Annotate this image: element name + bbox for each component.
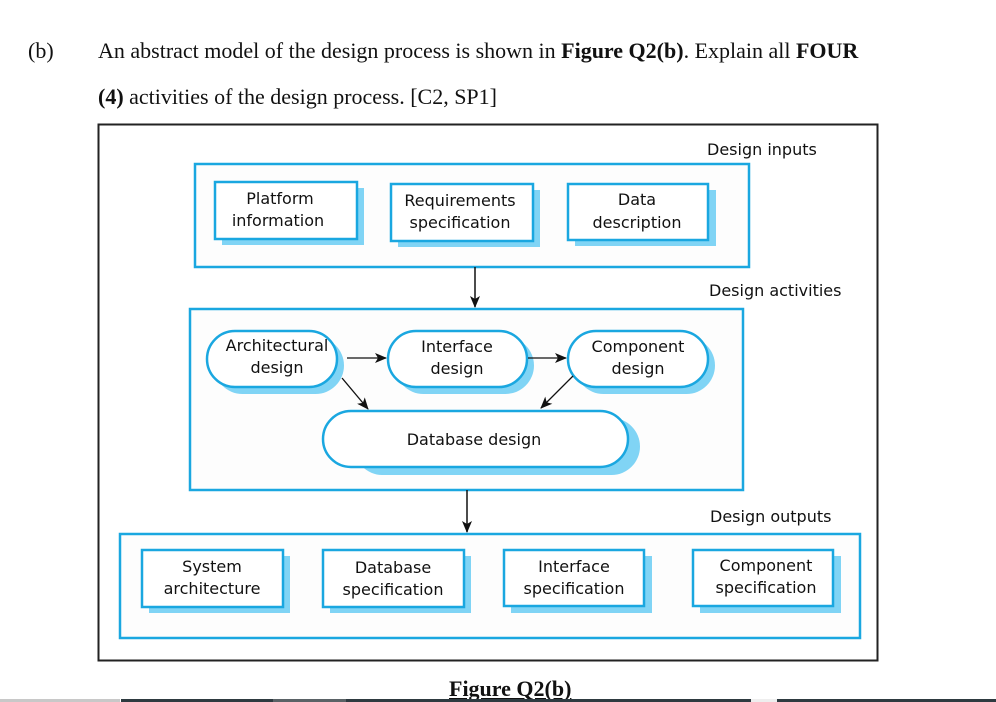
node-label: Interface [538, 557, 610, 576]
design-inputs-title: Design inputs [707, 140, 817, 159]
output-component-specification: Component specification [691, 548, 841, 613]
node-label: Requirements [404, 191, 515, 210]
node-label: Component [720, 556, 813, 575]
input-data-description: Data description [566, 182, 716, 246]
node-label: information [232, 211, 324, 230]
node-label: specification [343, 580, 444, 599]
node-label: Database design [407, 430, 542, 449]
node-label: description [593, 213, 682, 232]
node-label: Platform [246, 189, 313, 208]
node-label: Database [355, 558, 431, 577]
output-system-architecture: System architecture [140, 548, 290, 613]
output-database-specification: Database specification [321, 548, 471, 613]
activity-component-design: Component design [566, 329, 715, 394]
node-label: design [430, 359, 483, 378]
node-label: Interface [421, 337, 493, 356]
node-label: specification [524, 579, 625, 598]
output-interface-specification: Interface specification [502, 548, 652, 613]
node-label: design [611, 359, 664, 378]
node-label: architecture [164, 579, 261, 598]
design-outputs-title: Design outputs [710, 507, 831, 526]
node-label: specification [410, 213, 511, 232]
node-label: design [250, 358, 303, 377]
node-label: Component [592, 337, 685, 356]
activity-database-design: Database design [321, 409, 640, 475]
input-platform-information: Platform information [213, 180, 364, 245]
node-label: specification [716, 578, 817, 597]
node-label: Architectural [226, 336, 329, 355]
input-requirements-specification: Requirements specification [389, 182, 540, 247]
activity-interface-design: Interface design [386, 329, 534, 394]
node-label: System [182, 557, 242, 576]
design-process-diagram: Design inputs Platform information Requi… [97, 123, 879, 662]
design-activities-title: Design activities [709, 281, 841, 300]
node-label: Data [618, 190, 656, 209]
activity-architectural-design: Architectural design [205, 329, 344, 394]
